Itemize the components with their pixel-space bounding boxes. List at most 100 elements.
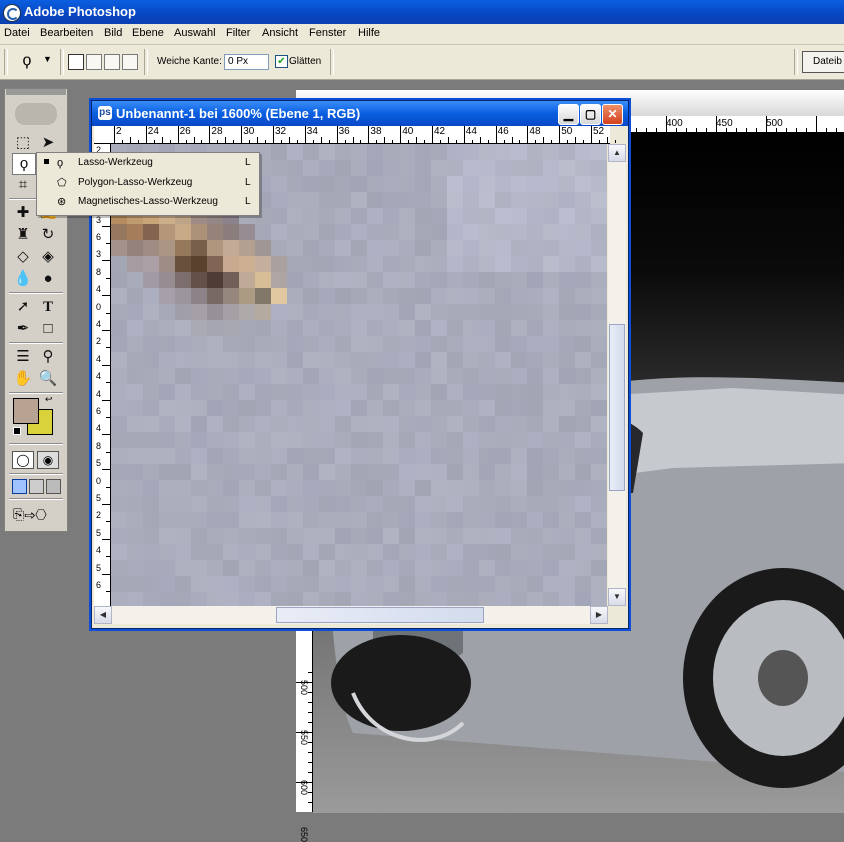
rectangle-icon[interactable]: □	[37, 319, 59, 339]
canvas-pixel	[431, 208, 447, 224]
menu-datei[interactable]: Datei	[4, 27, 30, 39]
marquee-icon[interactable]: ⬚	[12, 133, 34, 153]
close-button[interactable]: ✕	[602, 104, 623, 125]
crop-icon[interactable]: ⌗	[12, 175, 34, 195]
move-icon[interactable]: ➤	[37, 133, 59, 153]
pen-icon[interactable]: ✒	[12, 319, 34, 339]
ruler-tick	[102, 225, 110, 227]
horizontal-scroll-thumb[interactable]	[276, 607, 484, 623]
canvas-pixel	[543, 480, 559, 496]
screen-mode-standard-icon[interactable]	[12, 479, 27, 494]
screen-mode-fullscreen-icon[interactable]	[46, 479, 61, 494]
canvas-pixel	[191, 528, 207, 544]
flyout-item-lasso[interactable]: ϙ Lasso-Werkzeug L	[37, 154, 259, 173]
canvas-pixel	[367, 336, 383, 352]
subtract-selection-button[interactable]	[104, 54, 120, 70]
clone-stamp-icon[interactable]: ♜	[12, 225, 34, 245]
menu-ansicht[interactable]: Ansicht	[262, 27, 298, 39]
menu-hilfe[interactable]: Hilfe	[358, 27, 380, 39]
canvas-pixel	[239, 576, 255, 592]
history-brush-icon[interactable]: ↻	[37, 225, 59, 245]
feather-input[interactable]: 0 Px	[224, 54, 269, 70]
scroll-right-button[interactable]: ▶	[590, 606, 608, 624]
paint-bucket-icon[interactable]: ◈	[37, 247, 59, 267]
canvas-pixel	[463, 512, 479, 528]
canvas-pixel	[559, 512, 575, 528]
scroll-up-button[interactable]: ▲	[608, 144, 626, 162]
flyout-item-magnetic-lasso[interactable]: ⊛ Magnetisches-Lasso-Werkzeug L	[37, 193, 259, 212]
menu-fenster[interactable]: Fenster	[309, 27, 346, 39]
canvas-pixel	[399, 560, 415, 576]
blur-icon[interactable]: 💧	[12, 269, 34, 289]
maximize-button[interactable]: ▢	[580, 104, 601, 125]
standard-mode-icon[interactable]: ◯	[12, 451, 34, 469]
notes-icon[interactable]: ☰	[12, 347, 34, 367]
flyout-item-polygon-lasso[interactable]: ⬠ Polygon-Lasso-Werkzeug L	[37, 174, 259, 193]
toolbox-divider	[9, 292, 63, 294]
add-selection-button[interactable]	[86, 54, 102, 70]
file-browser-tab[interactable]: Dateib	[802, 51, 844, 73]
canvas-pixel	[575, 448, 591, 464]
menu-bearbeiten[interactable]: Bearbeiten	[40, 27, 93, 39]
vertical-scrollbar[interactable]: ▲ ▼	[608, 144, 626, 606]
photoshop-eye-logo-icon[interactable]	[15, 103, 57, 125]
path-selection-icon[interactable]: ➚	[12, 297, 34, 317]
minimize-button[interactable]: ▁	[558, 104, 579, 125]
horizontal-scrollbar[interactable]: ◀ ▶	[94, 606, 608, 624]
vertical-scroll-thumb[interactable]	[609, 324, 625, 491]
healing-brush-icon[interactable]: ✚	[12, 203, 34, 223]
document-icon[interactable]: ps	[98, 106, 112, 120]
ruler-tick	[106, 591, 110, 592]
screen-mode-fullscreen-menu-icon[interactable]	[29, 479, 44, 494]
ruler-tick	[106, 347, 110, 349]
ruler-label: 5	[96, 458, 102, 469]
canvas-pixel	[303, 432, 319, 448]
canvas-pixel	[351, 352, 367, 368]
canvas-pixel	[303, 160, 319, 176]
ruler-tick	[766, 116, 767, 132]
zoom-icon[interactable]: 🔍	[37, 369, 59, 389]
polygon-lasso-icon: ⬠	[57, 177, 67, 189]
canvas-pixel	[399, 304, 415, 320]
canvas-pixel	[543, 272, 559, 288]
canvas-pixel	[255, 400, 271, 416]
menu-bild[interactable]: Bild	[104, 27, 122, 39]
canvas-pixel	[111, 496, 127, 512]
dodge-icon[interactable]: ●	[37, 269, 59, 289]
menu-ebene[interactable]: Ebene	[132, 27, 164, 39]
ruler-corner[interactable]	[94, 126, 111, 144]
menu-auswahl[interactable]: Auswahl	[174, 27, 216, 39]
tool-preset-lasso-icon[interactable]: ϙ	[16, 51, 38, 71]
jump-to-imageready-icon[interactable]: ⎘⇨⎔	[13, 505, 57, 523]
scroll-down-button[interactable]: ▼	[608, 588, 626, 606]
canvas-pixel	[127, 304, 143, 320]
horizontal-ruler[interactable]: 2 24 26 28 30 32 34 36 38 40 42 44 46 48 50 52	[110, 126, 616, 144]
scroll-left-button[interactable]: ◀	[94, 606, 112, 624]
canvas-pixel	[383, 256, 399, 272]
canvas-pixel	[495, 224, 511, 240]
eraser-icon[interactable]: ◇	[12, 247, 34, 267]
canvas-pixel	[495, 432, 511, 448]
lasso-icon[interactable]: ϙ	[12, 153, 36, 175]
new-selection-button[interactable]	[68, 54, 84, 70]
canvas-pixel	[367, 480, 383, 496]
eyedropper-icon[interactable]: ⚲	[37, 347, 59, 367]
antialias-checkbox[interactable]: ✔	[275, 55, 288, 68]
canvas-pixel	[559, 368, 575, 384]
canvas-pixel	[175, 544, 191, 560]
canvas-pixel	[303, 464, 319, 480]
foreground-color-swatch[interactable]	[13, 398, 39, 424]
type-icon[interactable]: T	[37, 297, 59, 317]
tool-preset-dropdown-icon[interactable]: ▼	[43, 54, 52, 64]
toolbox-grip[interactable]	[6, 89, 66, 95]
canvas-pixel	[527, 144, 543, 160]
document-title-bar[interactable]: ps Unbenannt-1 bei 1600% (Ebene 1, RGB) …	[92, 101, 628, 126]
default-colors-icon[interactable]	[13, 427, 21, 435]
quick-mask-mode-icon[interactable]: ◉	[37, 451, 59, 469]
menu-filter[interactable]: Filter	[226, 27, 250, 39]
canvas-pixel	[479, 304, 495, 320]
hand-icon[interactable]: ✋	[12, 369, 34, 389]
intersect-selection-button[interactable]	[122, 54, 138, 70]
canvas-pixel	[287, 224, 303, 240]
swap-colors-icon[interactable]: ↩	[45, 394, 53, 405]
